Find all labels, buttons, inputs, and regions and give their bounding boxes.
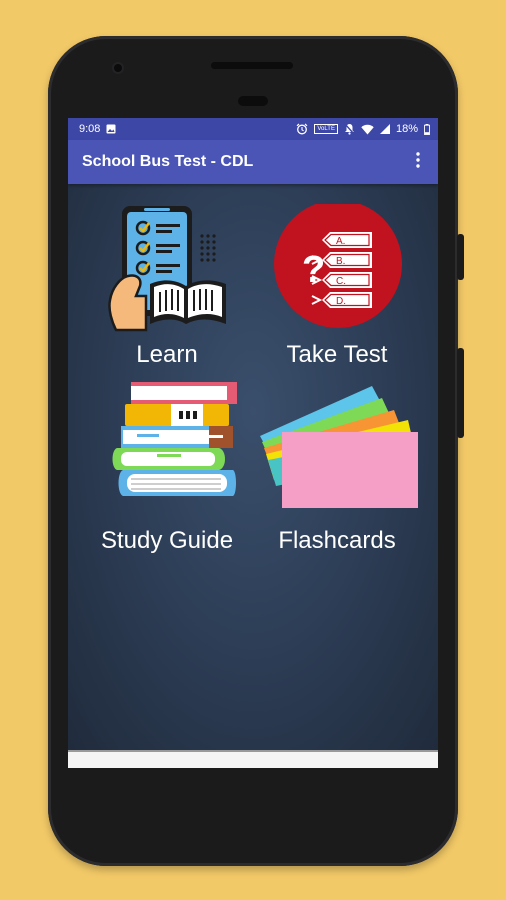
flashcards-button[interactable]: Flashcards bbox=[252, 380, 422, 555]
app-title: School Bus Test - CDL bbox=[82, 153, 254, 170]
book-stack-icon bbox=[82, 380, 252, 523]
battery-percent: 18% bbox=[395, 123, 418, 135]
image-icon bbox=[106, 124, 116, 134]
battery-icon bbox=[424, 123, 430, 135]
status-time: 9:08 bbox=[79, 123, 101, 135]
learn-button[interactable]: Learn bbox=[82, 204, 252, 369]
study-guide-button[interactable]: Study Guide bbox=[82, 380, 252, 555]
navbar-divider bbox=[68, 750, 438, 752]
more-vert-icon[interactable] bbox=[412, 151, 424, 173]
flashcards-label: Flashcards bbox=[278, 527, 396, 554]
svg-text:?: ? bbox=[302, 249, 325, 291]
signal-icon bbox=[379, 124, 390, 134]
app-bar: School Bus Test - CDL bbox=[68, 140, 438, 184]
flashcards-icon bbox=[252, 380, 422, 523]
checklist-book-icon bbox=[82, 204, 252, 337]
choice-a: A. bbox=[336, 236, 345, 247]
choice-c: C. bbox=[336, 276, 346, 287]
navigation-bar bbox=[68, 750, 438, 768]
choice-d: D. bbox=[336, 296, 346, 307]
learn-label: Learn bbox=[136, 341, 198, 368]
front-camera bbox=[114, 64, 122, 72]
volume-button bbox=[457, 234, 464, 280]
wifi-icon bbox=[361, 124, 374, 135]
phone-screen: 9:08 VoLTE 18% School Bus Test - CDL Lea… bbox=[68, 118, 438, 768]
power-button bbox=[457, 348, 464, 438]
take-test-button[interactable]: ? A. B. C. D. Take Test bbox=[252, 200, 422, 369]
mute-icon bbox=[344, 123, 355, 135]
home-menu: Learn ? A. B. C. D. Take Test Study Guid… bbox=[68, 184, 438, 752]
study-guide-label: Study Guide bbox=[100, 527, 234, 554]
volte-icon: VoLTE bbox=[314, 124, 338, 134]
take-test-label: Take Test bbox=[286, 341, 388, 368]
proximity-sensor bbox=[238, 96, 268, 106]
earpiece-speaker bbox=[211, 62, 293, 69]
status-bar: 9:08 VoLTE 18% bbox=[68, 118, 438, 140]
multiple-choice-icon: ? A. B. C. D. bbox=[252, 200, 422, 337]
alarm-icon bbox=[296, 123, 308, 135]
choice-b: B. bbox=[336, 256, 345, 267]
